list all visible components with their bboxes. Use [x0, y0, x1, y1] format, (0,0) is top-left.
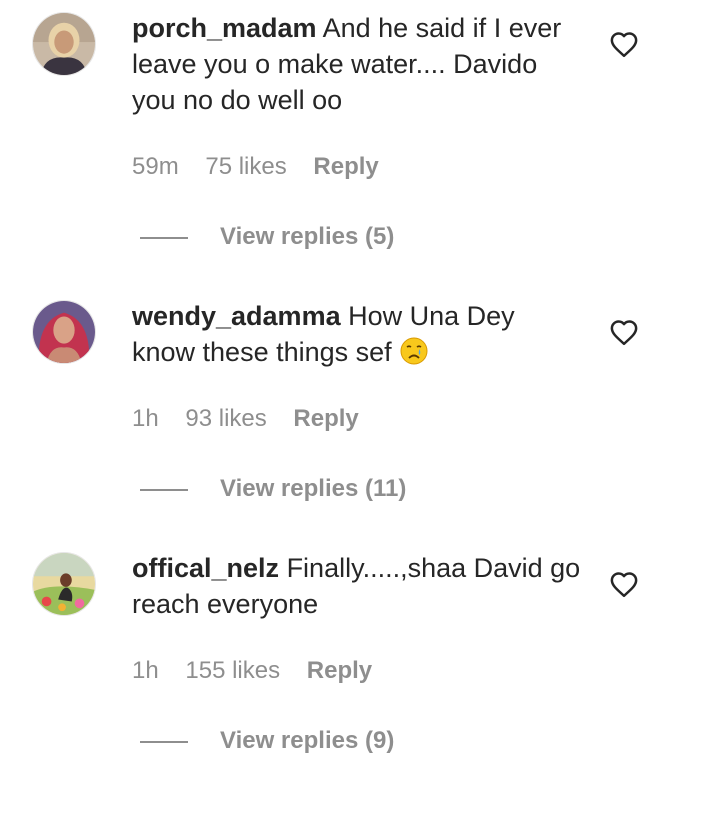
avatar[interactable] [32, 300, 96, 364]
comment-username[interactable]: offical_nelz [132, 553, 279, 583]
comment-likes[interactable]: 75 likes [205, 153, 286, 180]
heart-icon[interactable] [609, 30, 639, 58]
comment-meta: 1h 155 likes Reply [132, 656, 392, 686]
avatar[interactable] [32, 552, 96, 616]
view-replies-button[interactable]: View replies (11) [140, 474, 406, 504]
comment-meta: 1h 93 likes Reply [132, 404, 379, 434]
avatar-image [33, 13, 95, 75]
heart-icon[interactable] [609, 318, 639, 346]
crying-face-emoji [400, 337, 428, 365]
comment-likes[interactable]: 155 likes [185, 657, 280, 684]
avatar[interactable] [32, 12, 96, 76]
comment-meta: 59m 75 likes Reply [132, 152, 399, 182]
avatar-image [33, 553, 95, 615]
replies-divider [140, 236, 188, 239]
comment-text: offical_nelz Finally.....,shaa David go … [132, 550, 582, 622]
comment-time: 1h [132, 657, 159, 684]
view-replies-label: View replies (11) [220, 475, 407, 502]
view-replies-label: View replies (9) [220, 727, 395, 754]
reply-button[interactable]: Reply [293, 405, 358, 432]
comment-text: porch_madam And he said if I ever leave … [132, 10, 582, 118]
reply-button[interactable]: Reply [307, 657, 372, 684]
comment-username[interactable]: porch_madam [132, 13, 317, 43]
heart-icon[interactable] [609, 570, 639, 598]
view-replies-label: View replies (5) [220, 223, 395, 250]
comment-username[interactable]: wendy_adamma [132, 301, 341, 331]
comment-likes[interactable]: 93 likes [185, 405, 266, 432]
comment-item: wendy_adamma How Una Dey know these thin… [0, 288, 720, 576]
reply-button[interactable]: Reply [313, 153, 378, 180]
comment-time: 59m [132, 153, 179, 180]
comment-time: 1h [132, 405, 159, 432]
avatar-image [33, 301, 95, 363]
comment-text: wendy_adamma How Una Dey know these thin… [132, 298, 582, 370]
view-replies-button[interactable]: View replies (5) [140, 222, 394, 252]
view-replies-button[interactable]: View replies (9) [140, 726, 394, 756]
comment-item: porch_madam And he said if I ever leave … [0, 0, 720, 288]
replies-divider [140, 740, 188, 743]
comment-item: offical_nelz Finally.....,shaa David go … [0, 540, 720, 828]
replies-divider [140, 488, 188, 491]
